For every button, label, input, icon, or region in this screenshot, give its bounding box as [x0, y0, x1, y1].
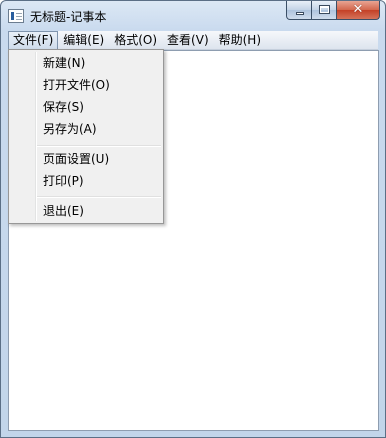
menu-item-save[interactable]: 保存(S): [43, 96, 84, 118]
menu-item-print[interactable]: 打印(P): [43, 170, 84, 192]
window-title: 无标题-记事本: [30, 10, 107, 24]
maximize-icon: [319, 5, 330, 14]
menu-item-page-setup[interactable]: 页面设置(U): [43, 148, 109, 170]
menu-help[interactable]: 帮助(H): [214, 31, 266, 50]
caption-buttons: ✕: [286, 1, 380, 21]
close-button[interactable]: ✕: [337, 1, 380, 20]
file-menu-dropdown: 新建(N) 打开文件(O) 保存(S) 另存为(A) 页面设置(U) 打印(P)…: [8, 49, 164, 224]
menu-item-new[interactable]: 新建(N): [43, 52, 85, 74]
menu-bar: 文件(F) 编辑(E) 格式(O) 查看(V) 帮助(H): [8, 30, 378, 50]
notepad-app-icon[interactable]: [8, 9, 24, 23]
menu-item-save-as[interactable]: 另存为(A): [43, 118, 97, 140]
minimize-icon: [296, 12, 304, 15]
menu-edit[interactable]: 编辑(E): [58, 31, 109, 50]
close-icon: ✕: [352, 2, 364, 17]
minimize-button[interactable]: [286, 1, 312, 20]
menu-item-exit[interactable]: 退出(E): [43, 200, 84, 222]
menu-item-open[interactable]: 打开文件(O): [43, 74, 110, 96]
title-bar[interactable]: 无标题-记事本 ✕: [1, 1, 385, 31]
menu-format[interactable]: 格式(O): [109, 31, 162, 50]
menu-view[interactable]: 查看(V): [162, 31, 214, 50]
menu-separator: [37, 196, 161, 198]
menu-file[interactable]: 文件(F): [8, 30, 59, 50]
maximize-button[interactable]: [312, 1, 337, 20]
menu-separator: [37, 145, 161, 147]
